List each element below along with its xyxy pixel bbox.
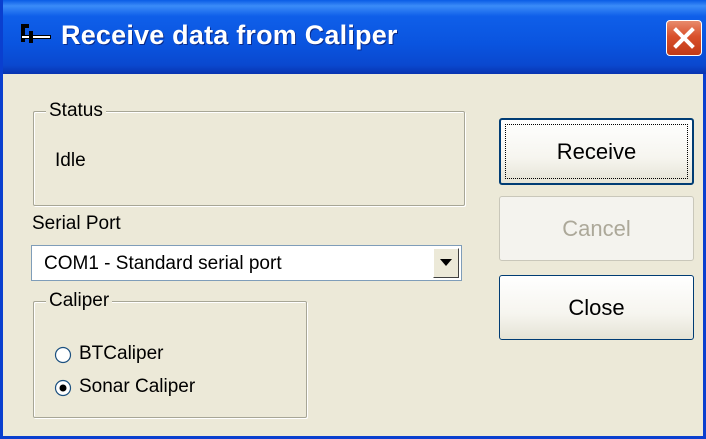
dialog-window: Receive data from Caliper Status Idle Se…: [0, 0, 706, 439]
title-bar[interactable]: Receive data from Caliper: [3, 0, 706, 74]
close-icon: [673, 27, 695, 49]
radio-label: BTCaliper: [79, 343, 164, 364]
radio-option-sonar-caliper[interactable]: Sonar Caliper: [54, 375, 254, 401]
status-group: [33, 111, 465, 206]
serial-port-dropdown[interactable]: COM1 - Standard serial port: [31, 245, 462, 281]
dropdown-arrow-button[interactable]: [433, 248, 459, 278]
caliper-icon: [21, 24, 51, 43]
radio-label: Sonar Caliper: [79, 376, 196, 397]
dialog-body: Status Idle Serial Port COM1 - Standard …: [6, 74, 706, 439]
serial-port-label: Serial Port: [32, 213, 121, 234]
chevron-down-icon: [440, 259, 452, 266]
receive-button[interactable]: Receive: [499, 118, 694, 185]
close-window-button[interactable]: [666, 20, 702, 56]
window-title: Receive data from Caliper: [61, 20, 398, 50]
radio-checked-icon: [54, 379, 72, 397]
serial-port-selected-value: COM1 - Standard serial port: [44, 253, 282, 274]
status-group-label: Status: [46, 100, 106, 122]
cancel-button[interactable]: Cancel: [499, 196, 694, 261]
status-value: Idle: [55, 150, 86, 171]
caliper-group-label: Caliper: [46, 290, 113, 312]
close-button[interactable]: Close: [499, 275, 694, 340]
radio-unchecked-icon: [54, 346, 72, 364]
radio-option-btcaliper[interactable]: BTCaliper: [54, 342, 234, 368]
